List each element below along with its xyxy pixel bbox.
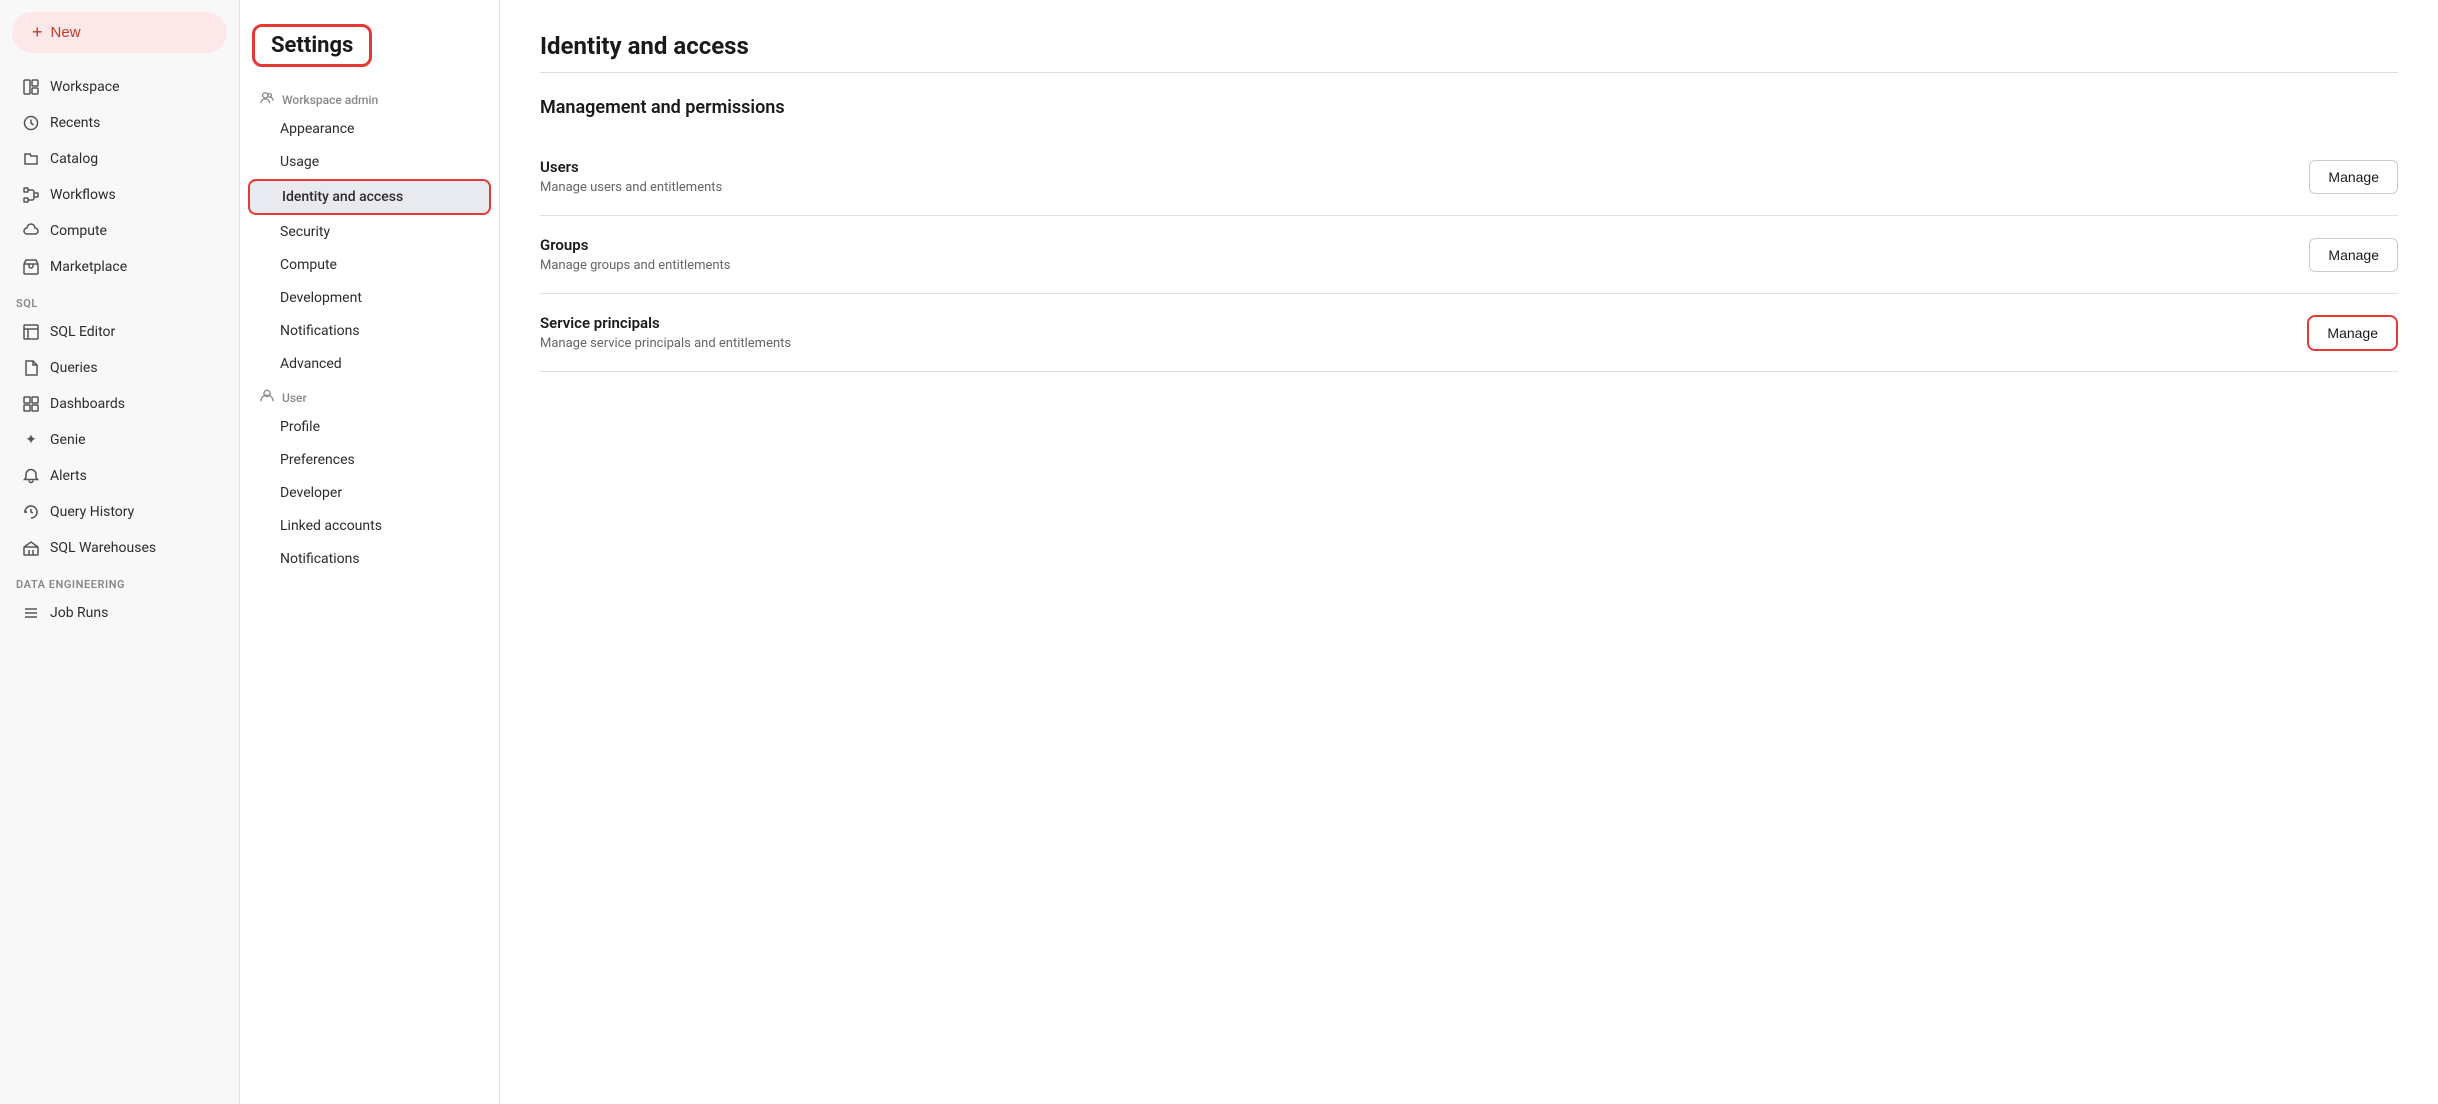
clock-icon [22, 114, 40, 132]
settings-nav-linked-accounts[interactable]: Linked accounts [248, 510, 491, 542]
workspace-admin-section: Workspace admin [240, 83, 499, 112]
job-runs-icon [22, 604, 40, 622]
groups-manage-button[interactable]: Manage [2309, 238, 2398, 272]
users-info: Users Manage users and entitlements [540, 158, 722, 195]
user-icon [260, 389, 274, 406]
sidebar-item-workspace[interactable]: Workspace [6, 70, 233, 104]
sql-section-label: SQL [0, 285, 239, 314]
sidebar-item-sql-editor[interactable]: SQL Editor [6, 315, 233, 349]
settings-nav-profile[interactable]: Profile [248, 411, 491, 443]
data-eng-section-label: Data Engineering [0, 566, 239, 595]
settings-nav-advanced[interactable]: Advanced [248, 348, 491, 380]
settings-nav-usage[interactable]: Usage [248, 146, 491, 178]
settings-nav-notifications[interactable]: Notifications [248, 315, 491, 347]
settings-nav-identity-access[interactable]: Identity and access [248, 179, 491, 215]
groups-permission-row: Groups Manage groups and entitlements Ma… [540, 216, 2398, 294]
settings-nav-compute[interactable]: Compute [248, 249, 491, 281]
sidebar-item-query-history[interactable]: Query History [6, 495, 233, 529]
workspace-icon [22, 78, 40, 96]
sidebar-item-genie[interactable]: ✦ Genie [6, 423, 233, 457]
users-name: Users [540, 158, 722, 176]
main-content: Identity and access Management and permi… [500, 0, 2438, 1104]
queries-icon [22, 359, 40, 377]
service-principals-info: Service principals Manage service princi… [540, 314, 791, 351]
groups-desc: Manage groups and entitlements [540, 258, 731, 273]
settings-title: Settings [271, 33, 353, 58]
users-desc: Manage users and entitlements [540, 180, 722, 195]
new-button-label: New [51, 24, 81, 41]
new-button[interactable]: + New [12, 12, 227, 53]
alerts-icon [22, 467, 40, 485]
service-principals-permission-row: Service principals Manage service princi… [540, 294, 2398, 372]
settings-panel: Settings Workspace admin Appearance Usag… [240, 0, 500, 1104]
sidebar-item-recents[interactable]: Recents [6, 106, 233, 140]
settings-nav-security[interactable]: Security [248, 216, 491, 248]
groups-name: Groups [540, 236, 731, 254]
user-section: User [240, 381, 499, 410]
sidebar-item-alerts[interactable]: Alerts [6, 459, 233, 493]
warehouse-icon [22, 539, 40, 557]
settings-nav-user-notifications[interactable]: Notifications [248, 543, 491, 575]
sidebar-item-dashboards[interactable]: Dashboards [6, 387, 233, 421]
settings-nav-preferences[interactable]: Preferences [248, 444, 491, 476]
cloud-icon [22, 222, 40, 240]
genie-icon: ✦ [22, 431, 40, 449]
sidebar: + New Workspace Recents Catalog [0, 0, 240, 1104]
sidebar-item-marketplace[interactable]: Marketplace [6, 250, 233, 284]
plus-icon: + [32, 22, 43, 43]
section-subtitle: Management and permissions [540, 97, 2398, 118]
catalog-icon [22, 150, 40, 168]
dashboards-icon [22, 395, 40, 413]
service-principals-desc: Manage service principals and entitlemen… [540, 336, 791, 351]
service-principals-manage-button[interactable]: Manage [2307, 315, 2398, 351]
settings-nav-development[interactable]: Development [248, 282, 491, 314]
sidebar-item-job-runs[interactable]: Job Runs [6, 596, 233, 630]
users-manage-button[interactable]: Manage [2309, 160, 2398, 194]
sidebar-item-sql-warehouses[interactable]: SQL Warehouses [6, 531, 233, 565]
query-history-icon [22, 503, 40, 521]
workspace-admin-icon [260, 91, 274, 108]
sidebar-item-queries[interactable]: Queries [6, 351, 233, 385]
sidebar-item-catalog[interactable]: Catalog [6, 142, 233, 176]
title-divider [540, 72, 2398, 73]
groups-info: Groups Manage groups and entitlements [540, 236, 731, 273]
settings-nav-appearance[interactable]: Appearance [248, 113, 491, 145]
settings-nav-developer[interactable]: Developer [248, 477, 491, 509]
page-title: Identity and access [540, 32, 2398, 60]
users-permission-row: Users Manage users and entitlements Mana… [540, 138, 2398, 216]
sidebar-item-workflows[interactable]: Workflows [6, 178, 233, 212]
workflow-icon [22, 186, 40, 204]
store-icon [22, 258, 40, 276]
service-principals-name: Service principals [540, 314, 791, 332]
sidebar-item-compute[interactable]: Compute [6, 214, 233, 248]
sql-editor-icon [22, 323, 40, 341]
